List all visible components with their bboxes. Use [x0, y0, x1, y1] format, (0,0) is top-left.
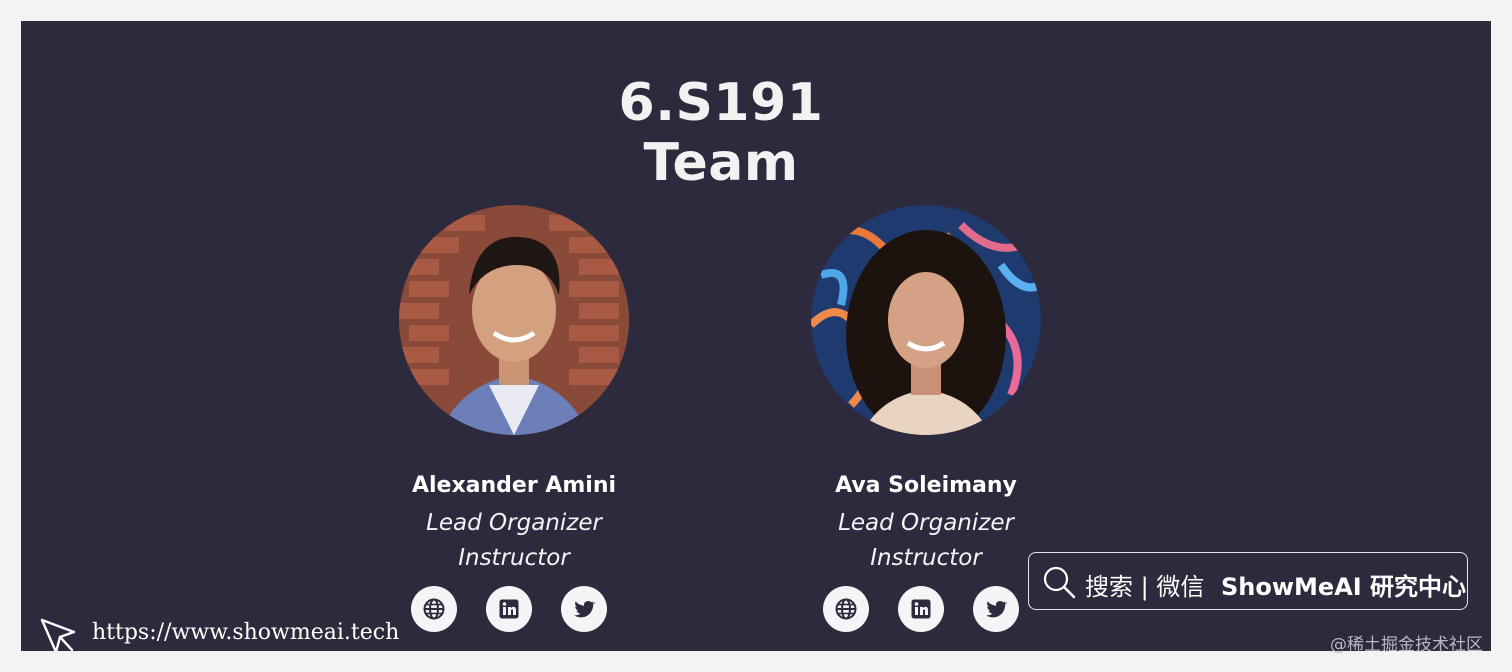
- avatar-photo-ava: [811, 205, 1041, 435]
- social-links: [411, 586, 617, 632]
- team-section: 6.S191 Team Alexander Amini Lead Organiz…: [21, 21, 1491, 654]
- page-title: 6.S191 Team: [618, 73, 824, 193]
- avatar: [399, 205, 629, 435]
- member-role: Lead Organizer: [426, 510, 602, 536]
- globe-icon: [835, 598, 857, 620]
- avatar-photo-alexander: [399, 205, 629, 435]
- linkedin-icon: [499, 599, 519, 619]
- twitter-icon: [986, 600, 1008, 618]
- search-icon: [1043, 566, 1076, 599]
- twitter-icon: [574, 600, 596, 618]
- cursor-icon: [40, 618, 76, 654]
- linkedin-icon: [911, 599, 931, 619]
- globe-icon: [423, 598, 445, 620]
- wechat-search-banner: 搜索 | 微信 ShowMeAI 研究中心: [1028, 552, 1468, 610]
- linkedin-link[interactable]: [486, 586, 532, 632]
- search-text: 搜索 | 微信: [1085, 573, 1205, 601]
- member-role: Instructor: [458, 545, 570, 571]
- site-url[interactable]: https://www.showmeai.tech: [92, 620, 399, 645]
- social-links: [823, 586, 1029, 632]
- member-name: Ava Soleimany: [835, 473, 1017, 498]
- website-link[interactable]: [411, 586, 457, 632]
- twitter-link[interactable]: [973, 586, 1019, 632]
- website-link[interactable]: [823, 586, 869, 632]
- linkedin-link[interactable]: [898, 586, 944, 632]
- watermark-text: @稀土掘金技术社区: [1330, 635, 1483, 655]
- member-role: Lead Organizer: [838, 510, 1014, 536]
- member-name: Alexander Amini: [411, 473, 617, 498]
- brand-text: ShowMeAI 研究中心: [1221, 573, 1467, 601]
- twitter-link[interactable]: [561, 586, 607, 632]
- avatar: [811, 205, 1041, 435]
